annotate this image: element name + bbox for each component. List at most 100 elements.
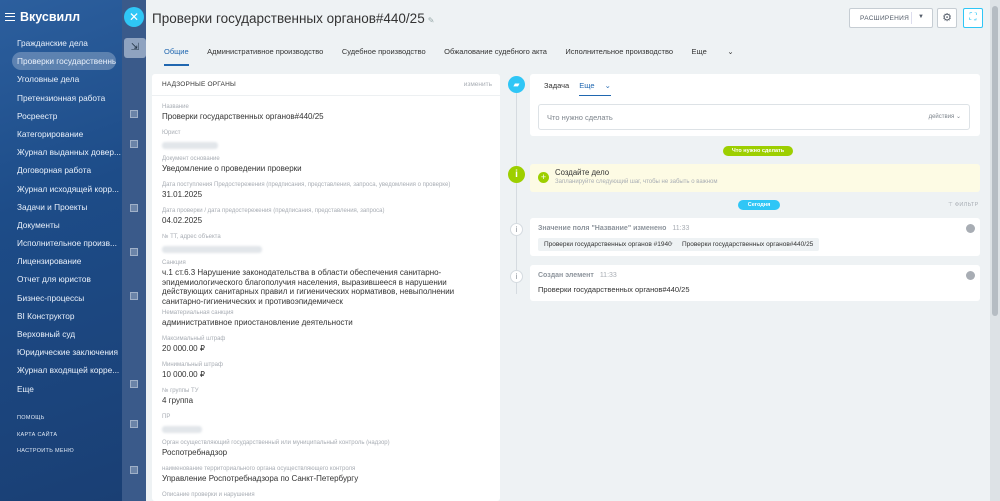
fullscreen-button[interactable]: ⛶ <box>963 8 983 28</box>
field-max-fine[interactable]: Максимальный штраф 20 000.00 ₽ <box>162 336 492 354</box>
tab-task[interactable]: Задача <box>544 81 569 90</box>
today-pill: Сегодня <box>738 200 780 210</box>
info-icon: i <box>508 166 525 183</box>
field-name[interactable]: Название Проверки государственных органо… <box>162 104 492 122</box>
history-event-card: Создан элемент 11:33 Проверки государстве… <box>530 265 980 301</box>
tab-court[interactable]: Судебное производство <box>342 47 426 66</box>
tab-enforcement[interactable]: Исполнительное производство <box>565 47 673 66</box>
sidebar-item-more[interactable]: Еще <box>0 380 122 398</box>
field-label: Минимальный штраф <box>162 362 223 368</box>
extensions-button[interactable]: РАСШИРЕНИЯ ▼ <box>849 8 933 28</box>
sidebar-item[interactable]: Задачи и Проекты <box>0 198 122 216</box>
field-description[interactable]: Описание проверки и нарушения <box>162 492 492 498</box>
brand[interactable]: Вкусвилл <box>0 0 122 34</box>
settings-button[interactable]: ⚙ <box>937 8 957 28</box>
field-receipt-date[interactable]: Дата поступления Предостережения (предпи… <box>162 182 492 200</box>
field-group[interactable]: № группы ТУ 4 группа <box>162 388 492 406</box>
field-lawyer[interactable]: Юрист <box>162 130 492 154</box>
row-checkbox <box>130 292 138 300</box>
sidebar-item[interactable]: Журнал входящей корре... <box>0 361 122 379</box>
timeline-line <box>516 84 517 294</box>
field-nonmaterial-sanction[interactable]: Нематериальная санкция административное … <box>162 310 492 328</box>
field-label: Документ основание <box>162 156 220 162</box>
task-input[interactable]: Что нужно сделать действия ⌄ <box>538 104 970 130</box>
avatar[interactable] <box>966 271 975 280</box>
row-checkbox <box>130 204 138 212</box>
tab-more-actions[interactable]: Еще ⌄ <box>579 81 611 96</box>
row-checkbox <box>130 380 138 388</box>
sidebar-item-active[interactable]: Проверки государственных... <box>12 52 116 71</box>
edit-link[interactable]: изменить <box>464 81 492 88</box>
field-pr[interactable]: ПР <box>162 414 492 438</box>
field-label: Название <box>162 104 189 110</box>
field-label: Дата проверки / дата предостережения (пр… <box>162 208 385 214</box>
field-label: Нематериальная санкция <box>162 310 234 316</box>
field-label: № группы ТУ <box>162 388 199 394</box>
sidebar-item[interactable]: Претензионная работа <box>0 89 122 107</box>
tab-administrative[interactable]: Административное производство <box>207 47 323 66</box>
field-sanction[interactable]: Санкция ч.1 ст.6.3 Нарушение законодател… <box>162 260 492 306</box>
sidebar-item[interactable]: Журнал исходящей корр... <box>0 180 122 198</box>
field-min-fine[interactable]: Минимальный штраф 10 000.00 ₽ <box>162 362 492 380</box>
scrollbar-thumb[interactable] <box>992 6 998 316</box>
actions-dropdown[interactable]: действия ⌄ <box>929 113 961 120</box>
field-territorial-body[interactable]: наименование территориального органа осу… <box>162 466 492 484</box>
sidebar-item[interactable]: Лицензирование <box>0 252 122 270</box>
task-composer: Задача Еще ⌄ Что нужно сделать действия … <box>530 74 980 136</box>
info-icon: i <box>510 223 523 236</box>
sidebar-item[interactable]: Журнал выданных довер... <box>0 143 122 161</box>
pencil-icon[interactable]: ✎ <box>428 16 435 25</box>
close-slider-button[interactable]: ✕ <box>124 7 144 27</box>
sidebar-item[interactable]: Исполнительное произв... <box>0 234 122 252</box>
field-label: № ТТ, адрес объекта <box>162 234 221 240</box>
field-value: административное приостановление деятель… <box>162 318 353 327</box>
field-value: ч.1 ст.6.3 Нарушение законодательства в … <box>162 268 455 306</box>
left-sidebar: Вкусвилл Гражданские дела Проверки госуд… <box>0 0 122 501</box>
sidebar-item[interactable]: Росреестр <box>0 107 122 125</box>
sidebar-item[interactable]: Юридические заключения <box>0 343 122 361</box>
tab-appeal[interactable]: Обжалование судебного акта <box>444 47 547 66</box>
sidebar-item[interactable]: Категорирование <box>0 125 122 143</box>
row-checkbox <box>130 466 138 474</box>
sidebar-item[interactable]: Отчет для юристов <box>0 270 122 288</box>
field-value: Управление Роспотребнадзора по Санкт-Пет… <box>162 474 359 483</box>
row-checkbox <box>130 140 138 148</box>
card-heading: НАДЗОРНЫЕ ОРГАНЫ <box>162 81 236 88</box>
chevron-down-icon[interactable]: ▼ <box>918 14 924 20</box>
sidebar-item[interactable]: Документы <box>0 216 122 234</box>
title-text: Проверки государственных органов#440/25 <box>152 11 425 26</box>
help-link[interactable]: ПОМОЩЬ <box>17 410 74 427</box>
field-address[interactable]: № ТТ, адрес объекта <box>162 234 492 258</box>
field-check-date[interactable]: Дата проверки / дата предостережения (пр… <box>162 208 492 226</box>
create-subtitle: Запланируйте следующий шаг, чтобы не заб… <box>555 179 718 185</box>
configure-menu-link[interactable]: НАСТРОИТЬ МЕНЮ <box>17 443 74 460</box>
field-label: ПР <box>162 414 171 420</box>
background-overlay: ⇲ <box>122 0 146 501</box>
sidebar-item[interactable]: Договорная работа <box>0 161 122 179</box>
extensions-label: РАСШИРЕНИЯ <box>860 15 910 22</box>
create-title: Создайте дело <box>555 168 610 177</box>
tab-more-label: Еще <box>579 81 595 90</box>
field-label: Юрист <box>162 130 181 136</box>
event-title: Значение поля "Название" изменено 11:33 <box>538 225 689 232</box>
field-document[interactable]: Документ основание Уведомление о проведе… <box>162 156 492 174</box>
field-value: Проверки государственных органов#440/25 <box>162 112 324 121</box>
scrollbar[interactable] <box>990 0 1000 501</box>
sidebar-item[interactable]: Бизнес-процессы <box>0 289 122 307</box>
sitemap-link[interactable]: КАРТА САЙТА <box>17 427 74 444</box>
sidebar-item[interactable]: Верховный суд <box>0 325 122 343</box>
sidebar-item[interactable]: Гражданские дела <box>0 34 122 52</box>
chevron-down-icon: ⌄ <box>727 47 734 56</box>
plus-icon[interactable]: + <box>538 172 549 183</box>
gear-icon: ⚙ <box>942 12 952 24</box>
field-control-body[interactable]: Орган осуществляющий государственный или… <box>162 440 492 458</box>
tab-more[interactable]: Еще ⌄ <box>692 47 753 66</box>
create-activity-card[interactable]: + Создайте дело Запланируйте следующий ш… <box>530 164 980 192</box>
avatar[interactable] <box>966 224 975 233</box>
field-value: 10 000.00 ₽ <box>162 370 205 379</box>
menu-icon[interactable] <box>5 13 15 21</box>
tab-general[interactable]: Общие <box>164 47 189 66</box>
sidebar-item[interactable]: Уголовные дела <box>0 70 122 88</box>
filter-button[interactable]: ⊤ ФИЛЬТР <box>948 202 979 208</box>
sidebar-item[interactable]: BI Конструктор <box>0 307 122 325</box>
